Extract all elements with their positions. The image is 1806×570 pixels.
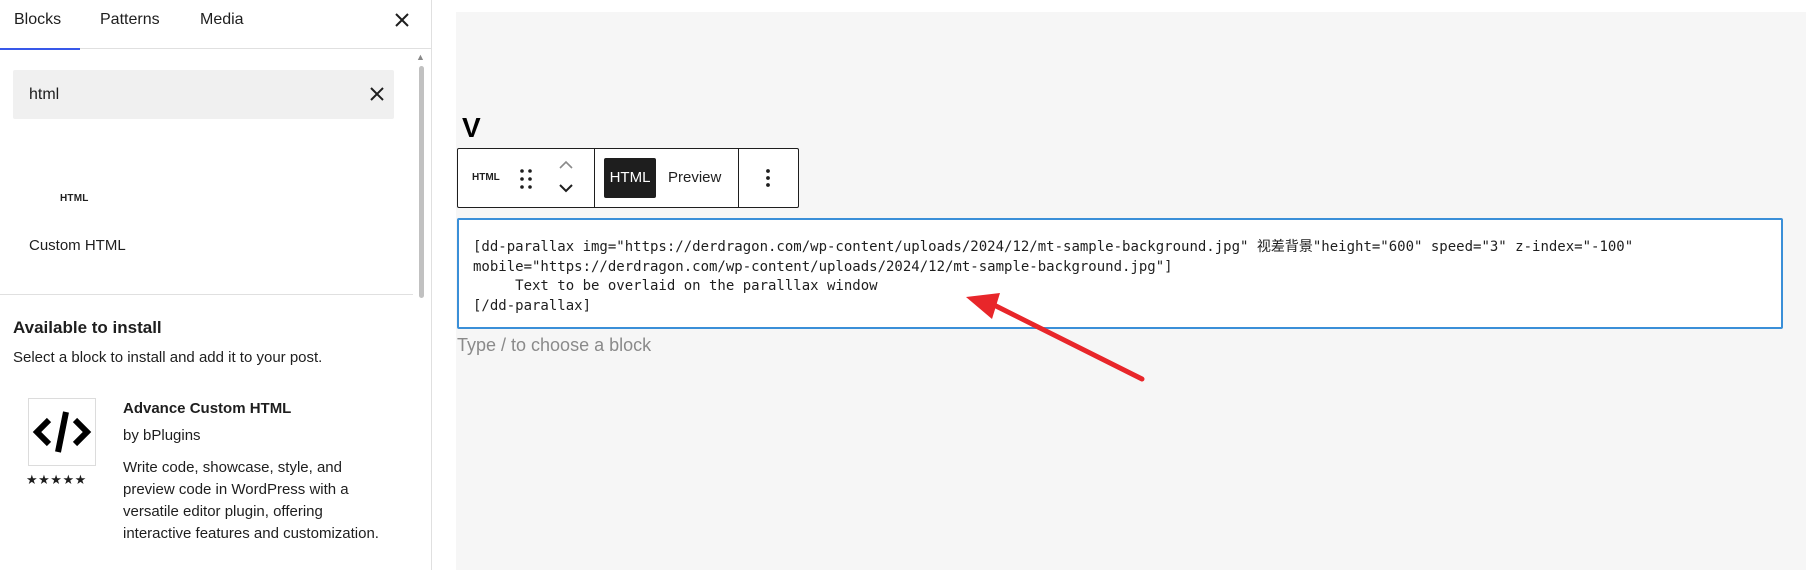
drag-handle[interactable]	[518, 167, 534, 191]
clear-search-button[interactable]	[365, 82, 389, 106]
section-divider	[0, 294, 413, 295]
arrow-annotation-icon	[966, 293, 1145, 382]
toolbar-separator	[738, 149, 739, 207]
close-icon	[370, 87, 384, 101]
plugin-rating: ★★★★★	[26, 472, 87, 487]
available-to-install-description: Select a block to install and add it to …	[13, 349, 323, 366]
search-input[interactable]	[13, 70, 343, 119]
tab-patterns[interactable]: Patterns	[100, 0, 160, 49]
plugin-author: by bPlugins	[123, 427, 201, 444]
drag-handle-icon	[520, 169, 532, 189]
plugin-item-advance-custom-html[interactable]: ★★★★★ Advance Custom HTML by bPlugins Wr…	[14, 398, 414, 570]
tab-blocks[interactable]: Blocks	[0, 0, 80, 50]
plugin-description: Write code, showcase, style, and preview…	[123, 459, 379, 542]
inserter-tabs: Blocks Patterns Media	[0, 0, 431, 50]
plugin-name: Advance Custom HTML	[123, 400, 292, 417]
heading-block[interactable]: V	[462, 112, 481, 144]
html-block-icon: HTML	[60, 193, 89, 204]
plugin-icon	[28, 398, 96, 466]
toolbar-separator	[594, 149, 595, 207]
preview-mode-button[interactable]: Preview	[668, 158, 721, 198]
scrollbar-thumb[interactable]	[419, 66, 424, 298]
block-type-button[interactable]: HTML	[472, 172, 500, 183]
more-vertical-icon	[766, 169, 770, 187]
move-down-button[interactable]	[556, 180, 576, 196]
close-icon	[395, 13, 409, 27]
tab-media[interactable]: Media	[200, 0, 244, 49]
scrollbar-up-arrow[interactable]: ▲	[416, 52, 426, 62]
block-search	[13, 70, 394, 119]
html-mode-button[interactable]: HTML	[604, 158, 656, 198]
block-item-custom-html[interactable]: HTML Custom HTML	[14, 165, 136, 265]
code-icon	[32, 411, 92, 453]
move-up-button[interactable]	[556, 157, 576, 173]
close-inserter-button[interactable]	[388, 4, 416, 34]
chevron-up-icon	[559, 160, 573, 169]
available-to-install-heading: Available to install	[13, 318, 162, 337]
block-item-label: Custom HTML	[29, 237, 126, 254]
block-placeholder[interactable]: Type / to choose a block	[457, 335, 651, 356]
block-toolbar: HTML HTML Preview	[457, 148, 799, 208]
chevron-down-icon	[559, 184, 573, 193]
block-inserter-sidebar: Blocks Patterns Media ▲ HTML Custom HTML…	[0, 0, 432, 570]
block-options-button[interactable]	[758, 166, 778, 190]
